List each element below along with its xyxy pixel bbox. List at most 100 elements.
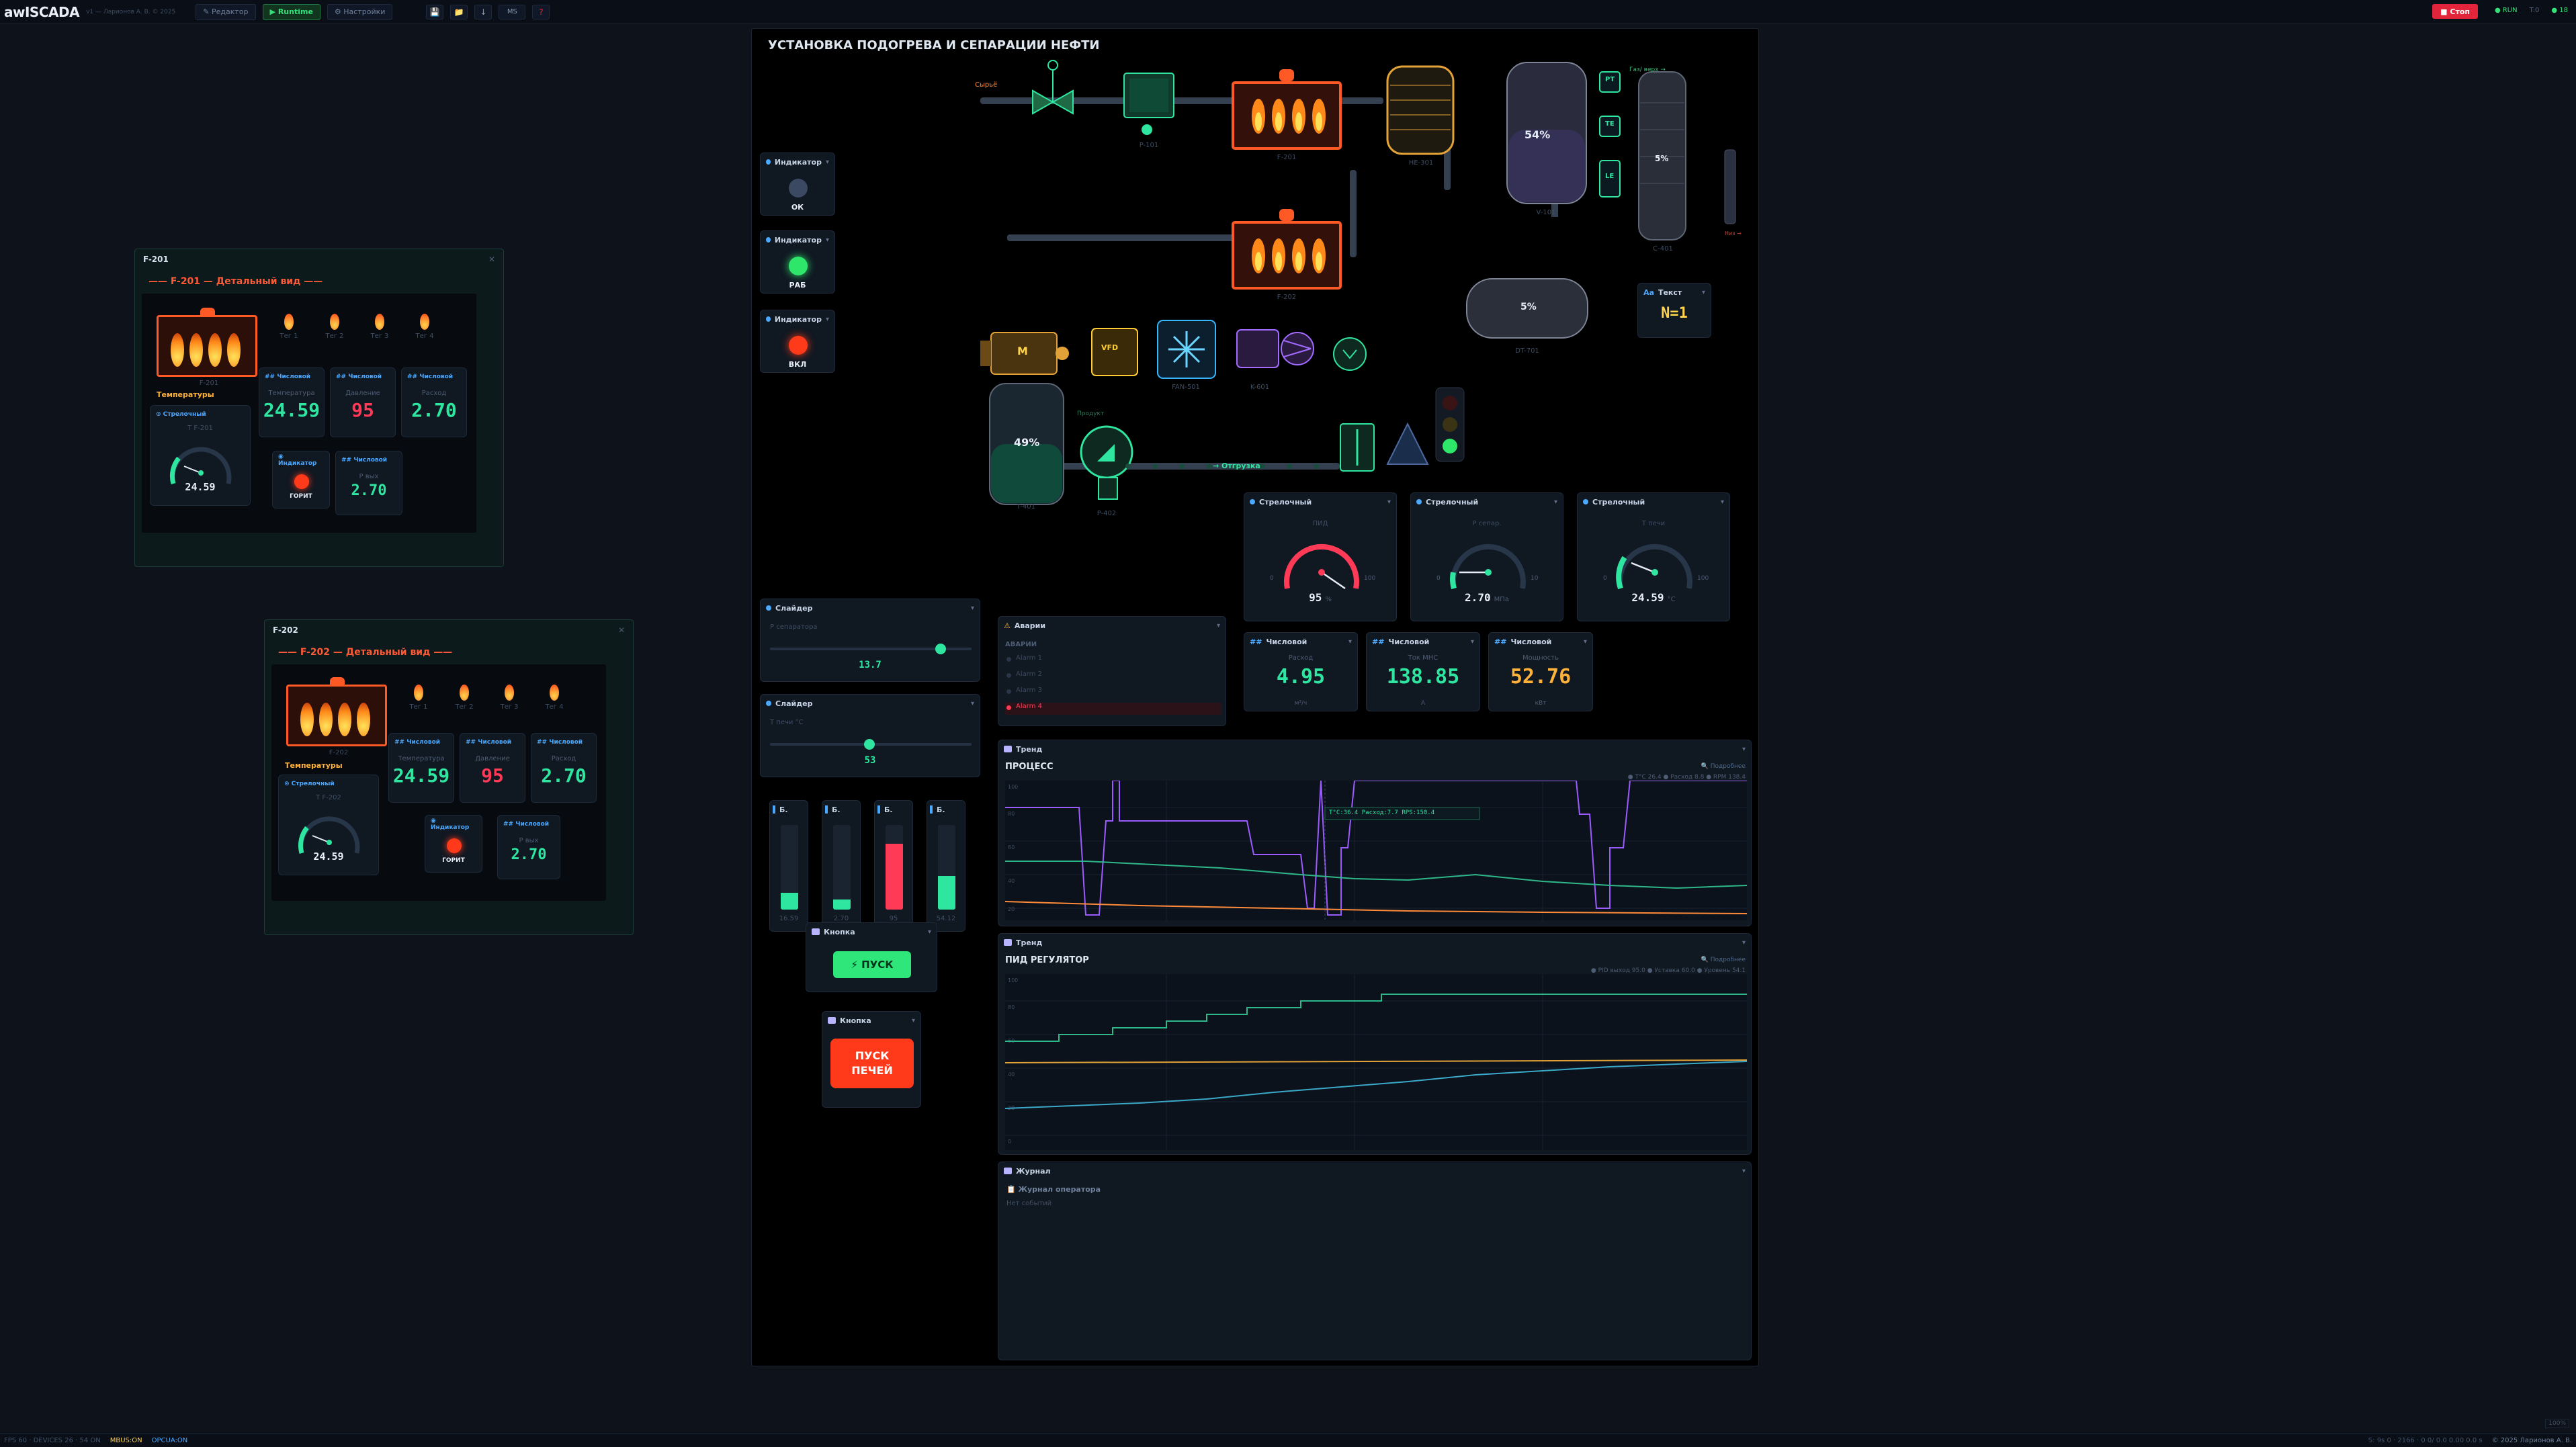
slider-handle[interactable] — [864, 739, 875, 750]
numeric-widget-flow[interactable]: ## Числовой ▾ Расход 4.95 м³/ч — [1244, 632, 1358, 711]
le-tag[interactable]: LE — [1605, 173, 1614, 180]
stop-button[interactable]: ■ Стоп — [2432, 4, 2478, 19]
details-link[interactable]: 🔍 Подробнее — [1701, 957, 1746, 963]
widget-menu-icon[interactable]: ▾ — [1584, 638, 1587, 646]
gauge-widget[interactable]: ⊙ Стрелочный T F-202 24.59 — [278, 775, 379, 875]
widget-menu-icon[interactable]: ▾ — [1742, 939, 1746, 947]
gauge-widget-pid[interactable]: Стрелочный ▾ ПИД 0 100 95 % — [1244, 492, 1397, 621]
gauge-widget-pressure[interactable]: Стрелочный ▾ P сепар. 0 10 2.70 МПа — [1410, 492, 1563, 621]
alarms-widget[interactable]: ⚠ Аварии ▾ АВАРИИ Alarm 1 Alarm 2 Alarm 3 … — [998, 616, 1226, 726]
numeric-widget[interactable]: ## Числовой Температура 24.59 — [259, 367, 325, 437]
gauge-min: 0 — [1436, 575, 1441, 582]
settings-button[interactable]: ⚙ Настройки — [327, 3, 393, 20]
numeric-widget[interactable]: ## Числовой P вых 2.70 — [497, 815, 560, 879]
bar-widget[interactable]: Б. 95 — [874, 800, 913, 932]
detail-window-f201[interactable]: F-201 ✕ —— F-201 — Детальный вид —— F-201… — [134, 249, 504, 567]
indicator-widget[interactable]: ◉ Индикатор ГОРИТ — [272, 451, 330, 509]
close-icon[interactable]: ✕ — [488, 249, 495, 269]
widget-menu-icon[interactable]: ▾ — [971, 700, 974, 707]
ms-button[interactable]: МS — [499, 4, 526, 19]
widget-menu-icon[interactable]: ▾ — [1554, 498, 1557, 506]
numeric-widget[interactable]: ## Числовой P вых 2.70 — [335, 451, 402, 515]
widget-menu-icon[interactable]: ▾ — [1471, 638, 1474, 646]
numeric-widget[interactable]: ## Числовой Расход 2.70 — [401, 367, 467, 437]
editor-mode-button[interactable]: ✎ Редактор — [196, 3, 256, 20]
detail-window-f202[interactable]: F-202 ✕ —— F-202 — Детальный вид —— F-202… — [264, 619, 634, 935]
start-furnaces-button[interactable]: ПУСК ПЕЧЕЙ — [830, 1039, 914, 1088]
pump-label: P-101 — [1139, 142, 1159, 149]
alarm-item-active[interactable]: Alarm 4 — [1005, 703, 1221, 715]
slider-widget-temp[interactable]: Слайдер ▾ T печи °C 53 — [760, 694, 980, 777]
open-folder-icon[interactable]: 📁 — [450, 4, 468, 19]
widget-menu-icon[interactable]: ▾ — [1387, 498, 1391, 506]
tag-flame-icon — [460, 685, 469, 701]
widget-menu-icon[interactable]: ▾ — [971, 605, 974, 612]
widget-title: Кнопка — [840, 1016, 871, 1025]
bar-widget[interactable]: Б. 16.59 — [769, 800, 808, 932]
slider-widget-pressure[interactable]: Слайдер ▾ P сепаратора 13.7 — [760, 599, 980, 682]
gauge-value: 24.59 — [1631, 591, 1664, 604]
gauge-widget[interactable]: ⊙ Стрелочный T F-201 24.59 — [150, 405, 251, 506]
close-icon[interactable]: ✕ — [618, 620, 625, 640]
numeric-label: Давление — [345, 390, 380, 397]
slider-label: P сепаратора — [770, 623, 818, 631]
runtime-mode-button[interactable]: ▶ Runtime — [262, 3, 320, 20]
help-icon[interactable]: ? — [532, 4, 550, 19]
numeric-widget[interactable]: ## Числовой Расход 2.70 — [531, 733, 597, 803]
zoom-indicator[interactable]: 100% — [2545, 1419, 2569, 1428]
widget-menu-icon[interactable]: ▾ — [826, 159, 829, 166]
journal-widget[interactable]: Журнал ▾ 📋 Журнал оператора Нет событий — [998, 1161, 1752, 1360]
indicator-lamp — [447, 838, 462, 853]
numeric-label: Мощность — [1522, 654, 1559, 662]
compressor-label: K-601 — [1250, 384, 1270, 391]
flame-icon — [227, 333, 241, 367]
slider-handle[interactable] — [935, 644, 946, 654]
download-icon[interactable]: ↓ — [474, 4, 492, 19]
bar-widget[interactable]: Б. 2.70 — [822, 800, 861, 932]
button-widget-start[interactable]: Кнопка ▾ ⚡ ПУСК — [806, 922, 937, 992]
widget-menu-icon[interactable]: ▾ — [826, 316, 829, 323]
alarm-item[interactable]: Alarm 2 — [1005, 670, 1221, 683]
widget-menu-icon[interactable]: ▾ — [1742, 1168, 1746, 1175]
text-widget[interactable]: Aa Текст ▾ N=1 — [1637, 283, 1711, 338]
gauge-icon — [1250, 499, 1255, 505]
widget-menu-icon[interactable]: ▾ — [1742, 746, 1746, 753]
widget-menu-icon[interactable]: ▾ — [1702, 289, 1705, 296]
numeric-widget[interactable]: ## Числовой Давление 95 — [330, 367, 396, 437]
indicator-widget-on[interactable]: Индикатор ▾ ВКЛ — [760, 310, 835, 373]
trend-widget-process[interactable]: Тренд ▾ ПРОЦЕСС 🔍 Подробнее ● T°C 26.4 ● … — [998, 740, 1752, 926]
widget-title: Числовой — [1266, 637, 1307, 646]
widget-menu-icon[interactable]: ▾ — [912, 1017, 915, 1024]
numeric-widget-power[interactable]: ## Числовой ▾ Мощность 52.76 кВт — [1488, 632, 1593, 711]
button-widget-furnaces[interactable]: Кнопка ▾ ПУСК ПЕЧЕЙ — [822, 1011, 921, 1108]
trend-widget-pid[interactable]: Тренд ▾ ПИД РЕГУЛЯТОР 🔍 Подробнее ● PID в… — [998, 933, 1752, 1155]
bar-widget[interactable]: Б. 54.12 — [927, 800, 965, 932]
save-icon[interactable]: 💾 — [426, 4, 444, 19]
axis-tick: 20 — [1008, 906, 1015, 912]
indicator-widget[interactable]: ◉ Индикатор ГОРИТ — [425, 815, 482, 873]
widget-menu-icon[interactable]: ▾ — [826, 236, 829, 244]
alarm-item[interactable]: Alarm 3 — [1005, 687, 1221, 699]
indicator-widget-ok[interactable]: Индикатор ▾ ОК — [760, 152, 835, 216]
details-link[interactable]: 🔍 Подробнее — [1701, 763, 1746, 770]
widget-menu-icon[interactable]: ▾ — [928, 928, 931, 936]
te-tag[interactable]: TE — [1605, 120, 1615, 128]
numeric-widget-current[interactable]: ## Числовой ▾ Ток МНС 138.85 А — [1366, 632, 1480, 711]
gauge-min: 0 — [1270, 575, 1274, 582]
numeric-widget[interactable]: ## Числовой Температура 24.59 — [388, 733, 454, 803]
indicator-widget-run[interactable]: Индикатор ▾ РАБ — [760, 230, 835, 294]
widget-menu-icon[interactable]: ▾ — [1721, 498, 1724, 506]
window-title: F-201 — [143, 255, 169, 264]
start-button[interactable]: ⚡ ПУСК — [833, 951, 911, 978]
pt-tag[interactable]: PT — [1605, 76, 1615, 83]
gauge-label: ПИД — [1312, 520, 1328, 527]
furnace-label: F-202 — [1277, 294, 1297, 301]
gauge-widget-temp[interactable]: Стрелочный ▾ T печи 0 100 24.59 °C — [1577, 492, 1730, 621]
widget-menu-icon[interactable]: ▾ — [1348, 638, 1352, 646]
numeric-value: 95 — [351, 399, 374, 421]
widget-title: Стрелочный — [1426, 497, 1479, 507]
widget-menu-icon[interactable]: ▾ — [1217, 622, 1220, 629]
widget-header: ◉ Индикатор — [278, 453, 317, 467]
numeric-widget[interactable]: ## Числовой Давление 95 — [460, 733, 525, 803]
alarm-item[interactable]: Alarm 1 — [1005, 654, 1221, 666]
